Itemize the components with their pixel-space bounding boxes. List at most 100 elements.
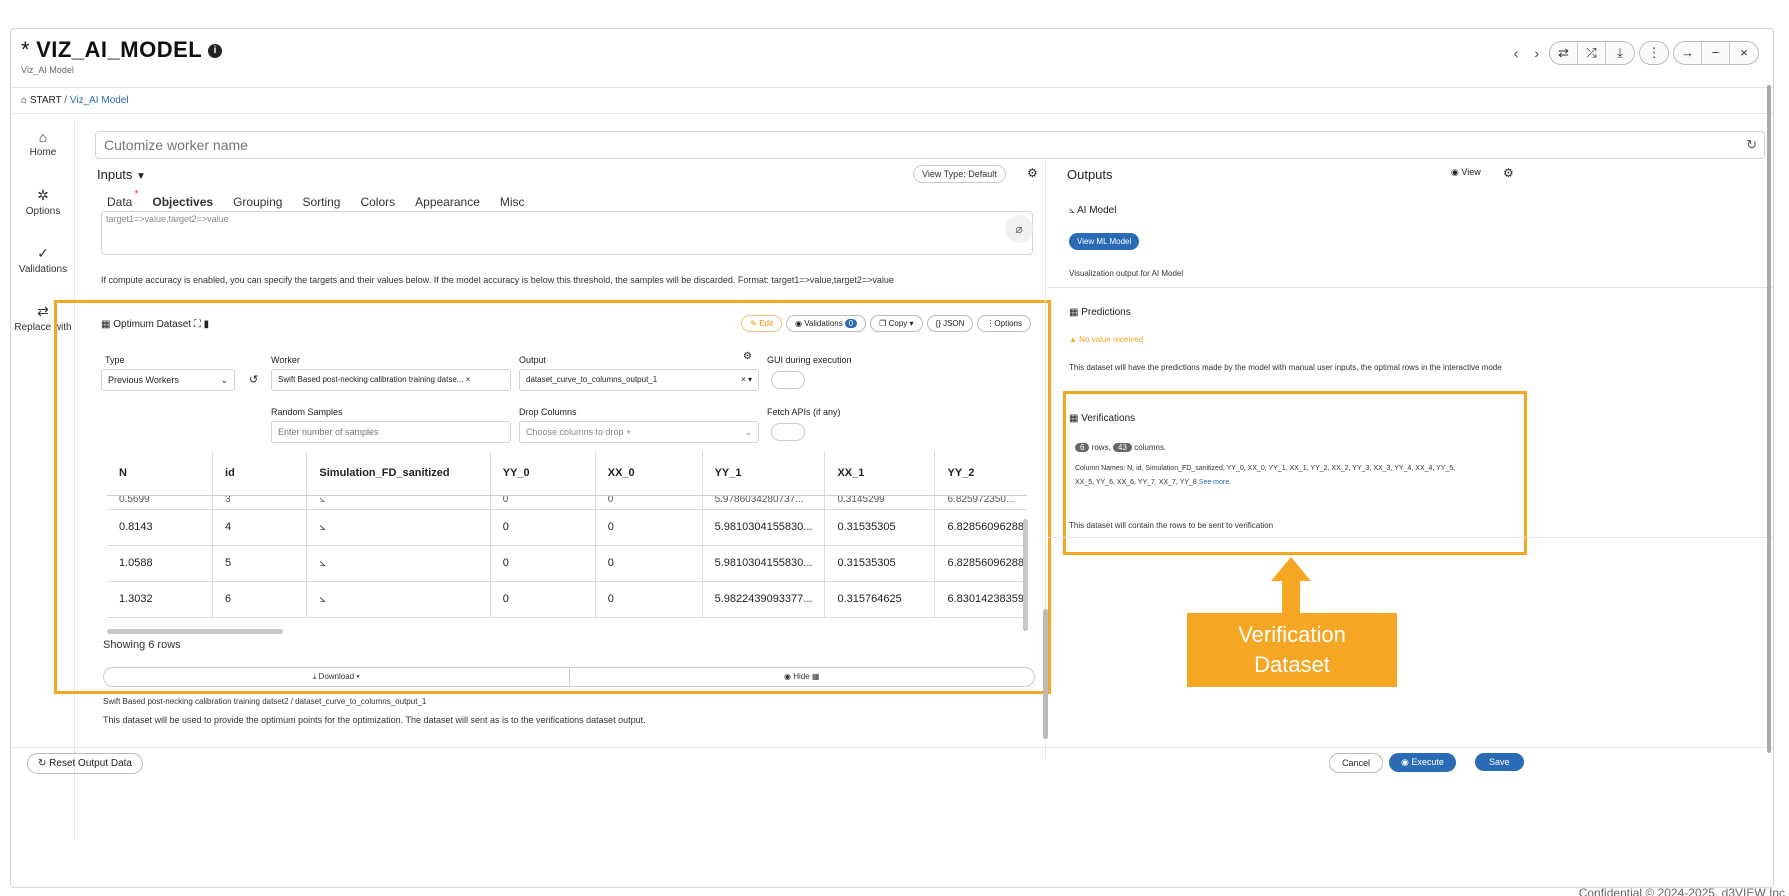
data-table: N id Simulation_FD_sanitized YY_0 XX_0 Y… [107,451,1027,631]
prev-icon[interactable]: ‹ [1508,45,1525,61]
page-scrollbar[interactable] [1767,85,1771,753]
next-icon[interactable]: › [1528,45,1545,61]
divider [1047,537,1773,538]
sidebar-item-validations[interactable]: ✓ Validations [11,237,75,295]
download-bar: ⤓ Download ▾ ◉ Hide ▦ [103,667,1035,687]
tab-sorting[interactable]: Sorting [302,195,340,209]
undo-icon[interactable]: ↺ [249,373,258,386]
table-horizontal-scrollbar[interactable] [107,629,283,634]
divider [11,87,1773,88]
info-icon[interactable]: i [208,44,223,59]
column-header[interactable]: id [212,451,308,496]
tab-objectives[interactable]: Objectives [152,195,213,209]
table-row[interactable]: 0.8143 4 ⦣ 0 0 5.9810304155830... 0.31535305 6.… [107,509,1027,546]
swap-icon[interactable]: ⇄ [1550,42,1578,64]
tab-appearance[interactable]: Appearance [415,195,480,209]
gui-toggle[interactable] [771,371,805,389]
chart-icon[interactable]: ⦣ [306,509,491,546]
predictions-heading: ▦ Predictions [1069,307,1131,318]
verifications-heading: ▦ Verifications [1069,413,1136,424]
save-button[interactable]: Save [1475,753,1524,771]
table-row[interactable]: 1.3032 6 ⦣ 0 0 5.9822439093377... 0.315764625 6… [107,581,1027,618]
refresh-icon[interactable]: ↻ [1746,137,1757,153]
table-row[interactable]: 0.5699 3 ⦣ 0 0 5.9786034280737... 0.3145299 6.8… [107,495,1027,510]
table-vertical-scrollbar[interactable] [1023,519,1028,631]
tab-data[interactable]: Data [107,189,139,209]
view-type-button[interactable]: View Type: Default [913,165,1006,183]
hide-button[interactable]: ◉ Hide ▦ [570,668,1035,686]
execute-button[interactable]: ◉ Execute [1389,753,1456,772]
tab-grouping[interactable]: Grouping [233,195,282,209]
dataset-source: Swift Based post-necking calibration tra… [103,697,427,706]
ai-model-heading: ⦣ AI Model [1069,205,1117,216]
table-header-row: N id Simulation_FD_sanitized YY_0 XX_0 Y… [107,451,1027,496]
gear-icon[interactable]: ⚙ [1027,166,1038,180]
gear-icon[interactable]: ⚙ [1503,166,1514,180]
breadcrumb-current[interactable]: Viz_AI Model [70,95,129,106]
options-button[interactable]: ⋮Options [977,315,1031,332]
breadcrumb-start[interactable]: START [30,95,62,106]
chart-icon[interactable]: ⦣ [306,495,491,510]
attach-icon[interactable]: ⌀ [1005,215,1033,243]
edit-button[interactable]: ✎ Edit [741,315,782,332]
worker-name-input[interactable] [95,131,1765,159]
warning-text: ▲ No value received [1069,335,1144,344]
breadcrumb: ⌂ START / Viz_AI Model [21,95,129,106]
expand-icon[interactable]: ⛶ [194,319,201,330]
see-more-link[interactable]: See more [1199,479,1229,486]
view-ml-model-button[interactable]: View ML Model [1069,233,1140,250]
targets-textarea[interactable]: target1=>value,target2=>value [101,211,1033,255]
download-button[interactable]: ⤓ Download ▾ [104,668,570,686]
line-chart-icon: ⦣ [1069,205,1075,216]
callout-arrow-stem [1282,581,1300,613]
sidebar-item-options[interactable]: ✲ Options [11,179,75,237]
column-header[interactable]: YY_0 [490,451,596,496]
dataset-title: ▦ Optimum Dataset ⛶ ▮ [101,319,210,330]
drop-columns-select[interactable]: Choose columns to drop + ⌄ [519,421,759,443]
column-header[interactable]: Simulation_FD_sanitized [306,451,491,496]
chevron-down-icon: ⌄ [744,427,752,437]
close-icon[interactable]: × [1730,42,1758,64]
gui-label: GUI during execution [767,355,852,365]
column-header[interactable]: YY_2 [934,451,1027,496]
callout-arrow [1271,557,1311,581]
chevron-down-icon: ⌄ [220,375,228,385]
table-icon: ▦ [1069,307,1079,318]
chart-icon[interactable]: ⦣ [306,545,491,582]
tab-colors[interactable]: Colors [360,195,395,209]
cancel-button[interactable]: Cancel [1329,753,1384,773]
tab-misc[interactable]: Misc [500,195,525,209]
chart-icon[interactable]: ▮ [204,319,210,330]
column-header[interactable]: XX_1 [824,451,936,496]
gear-icon[interactable]: ⚙ [743,351,752,362]
view-button[interactable]: ◉ View [1451,167,1481,178]
download-icon[interactable]: ⤓ [1606,42,1634,64]
more-icon[interactable]: ⋮ [1640,42,1668,64]
shuffle-icon[interactable]: ⤮ [1578,42,1606,64]
type-select[interactable]: Previous Workers ⌄ [101,369,235,391]
inputs-scrollbar[interactable] [1043,609,1048,739]
output-select[interactable]: dataset_curve_to_columns_output_1 × ▾ [519,369,759,391]
validations-button[interactable]: ◉ Validations 0 [785,315,867,332]
column-header[interactable]: XX_0 [595,451,703,496]
fetch-apis-label: Fetch APIs (if any) [767,407,841,417]
table-row[interactable]: 1.0588 5 ⦣ 0 0 5.9810304155830... 0.31535305 6.… [107,545,1027,582]
column-header[interactable]: YY_1 [702,451,826,496]
verifications-desc: This dataset will contain the rows to be… [1069,521,1274,530]
json-button[interactable]: {} JSON [926,315,974,332]
sidebar-item-home[interactable]: ⌂ Home [11,121,75,179]
inputs-heading: Inputs ▼ [97,167,146,182]
copy-button[interactable]: ❐ Copy ▾ [870,315,923,332]
random-samples-input[interactable] [271,421,511,443]
minimize-icon[interactable]: − [1702,42,1730,64]
fetch-apis-toggle[interactable] [771,423,805,441]
worker-label: Worker [271,355,300,365]
dataset-description: This dataset will be used to provide the… [103,715,646,725]
divider [11,113,1773,114]
chart-icon[interactable]: ⦣ [306,581,491,618]
forward-icon[interactable]: → [1674,42,1702,64]
column-header[interactable]: N [107,451,214,496]
worker-select[interactable]: Swift Based post-necking calibration tra… [271,369,511,391]
reset-output-button[interactable]: ↻ Reset Output Data [27,753,143,774]
filter-icon[interactable]: ▼ [136,171,146,182]
